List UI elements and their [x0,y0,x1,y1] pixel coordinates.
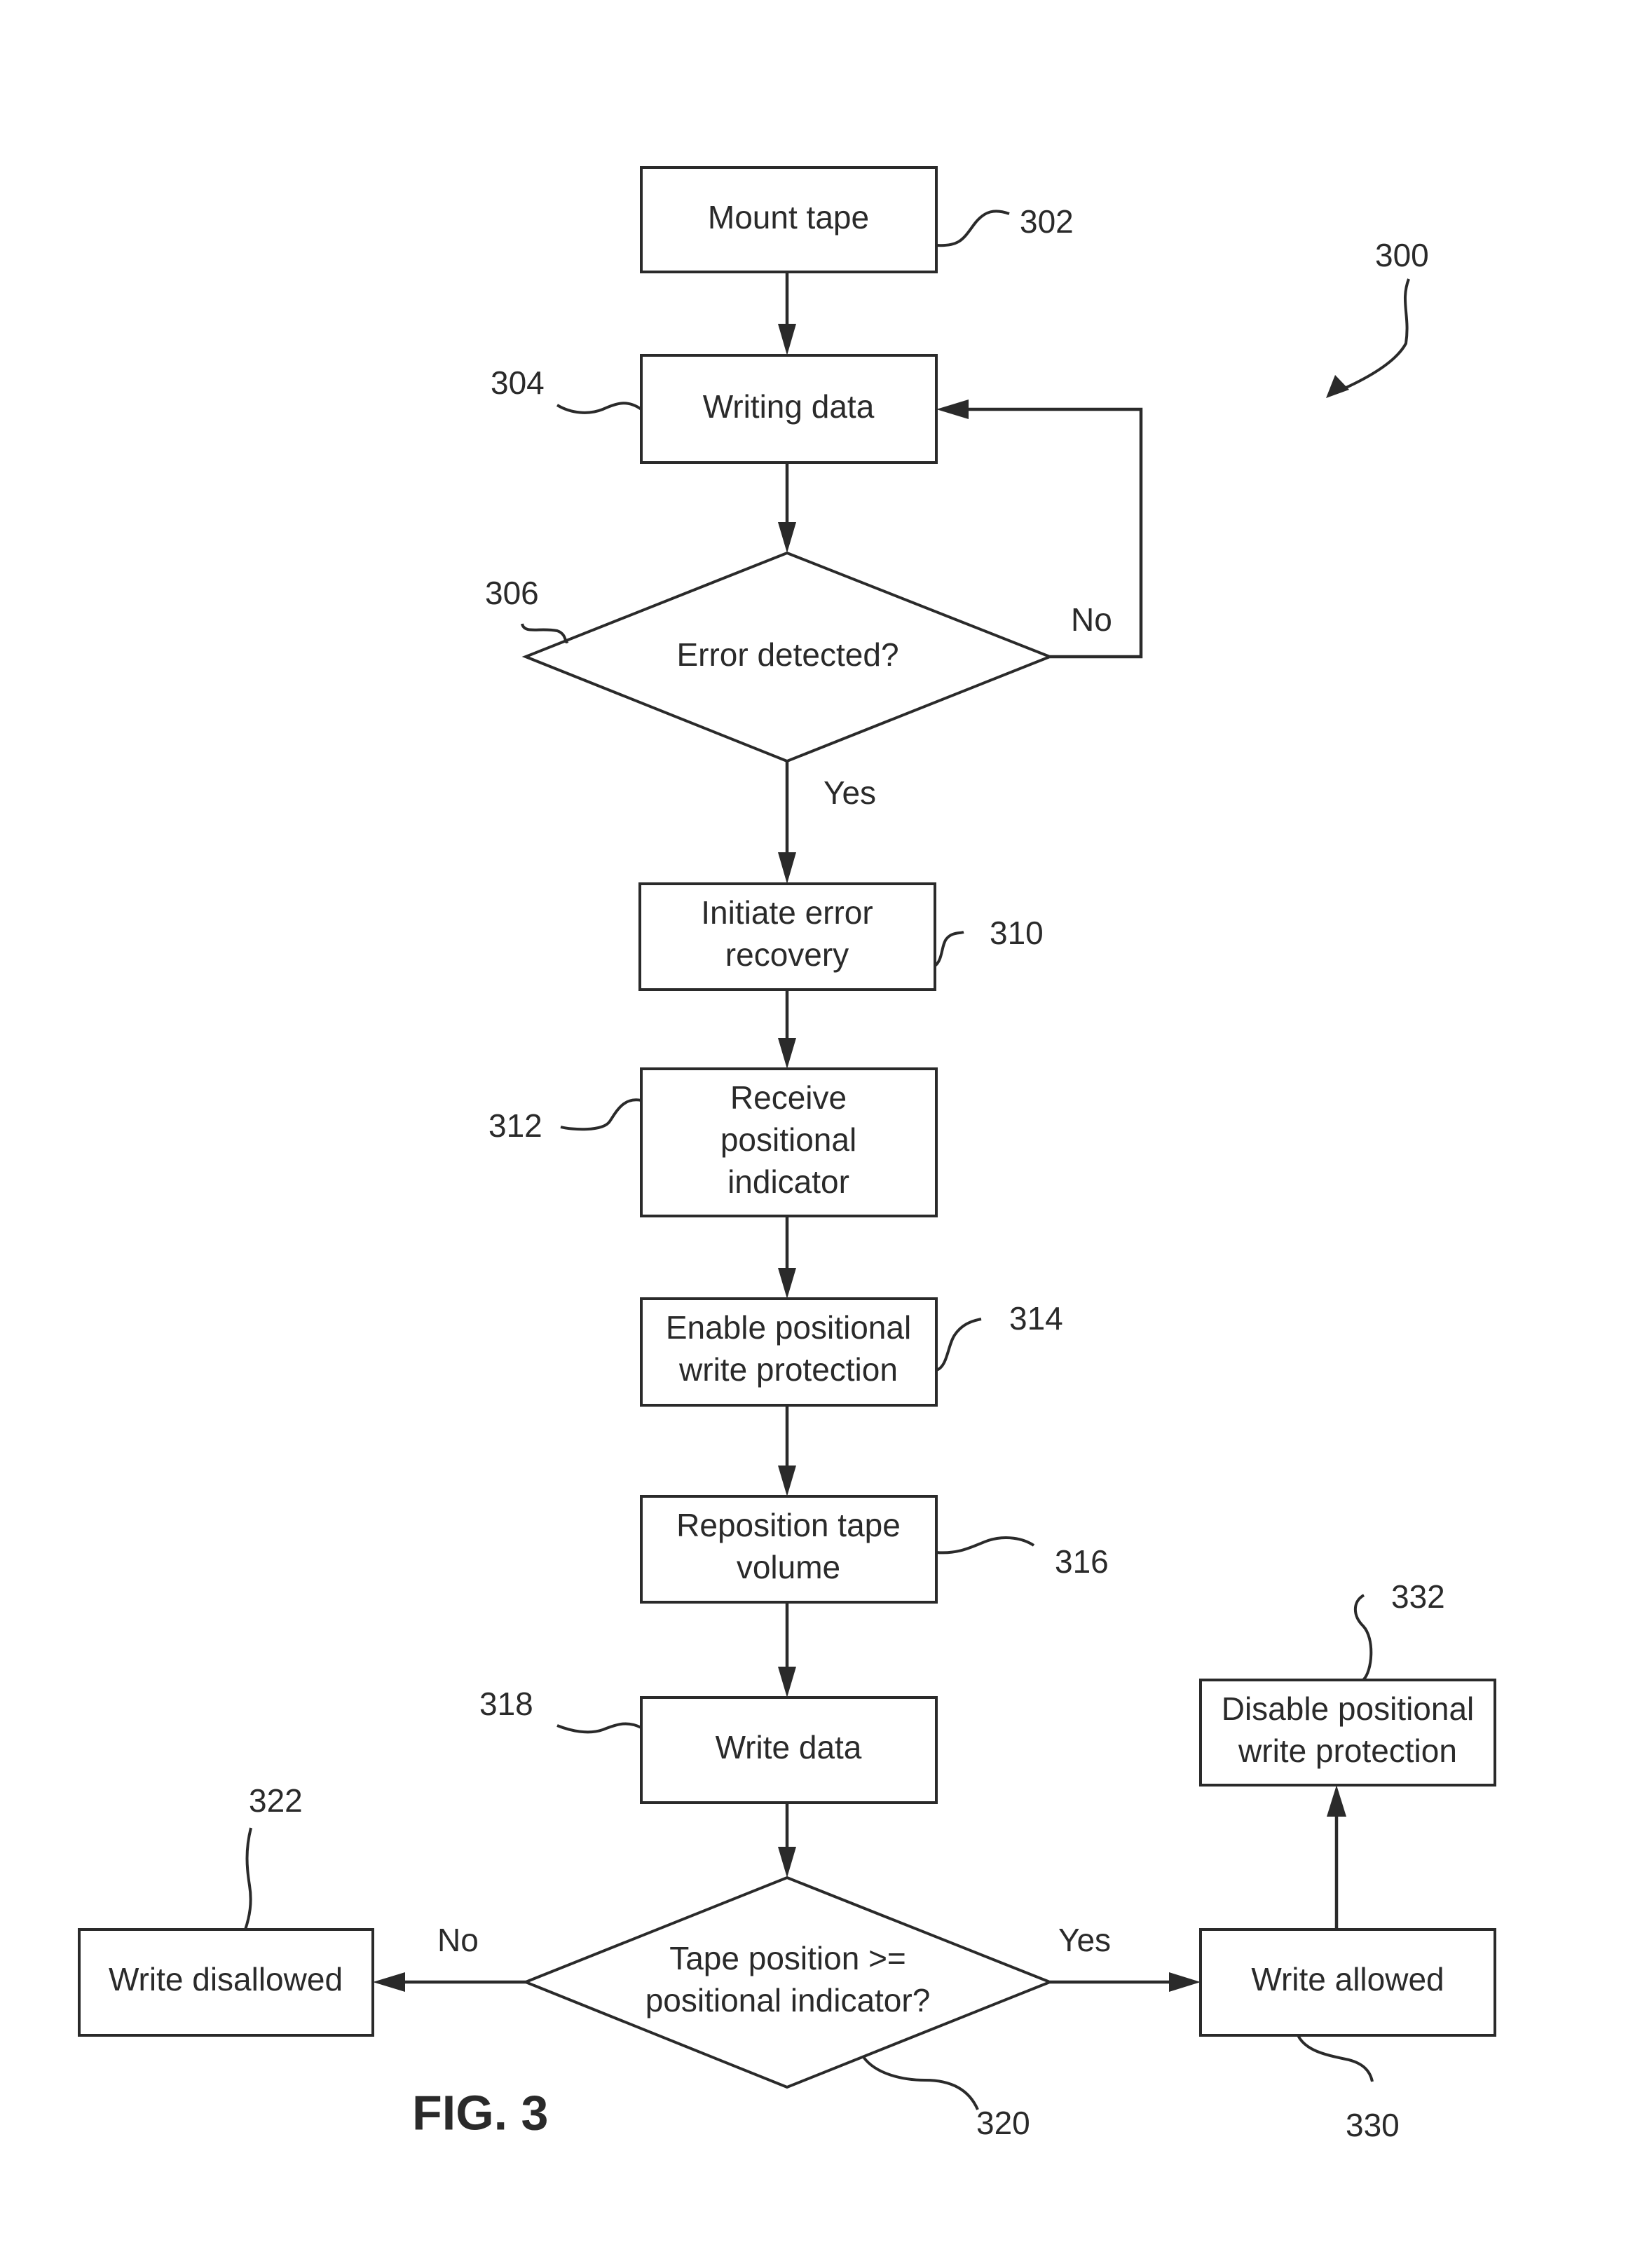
ref-number: 316 [1055,1543,1109,1580]
ref-leader [936,1318,982,1372]
node-initiate-recovery: Initiate error recovery 310 [638,882,1044,991]
edge-label-yes: Yes [824,774,876,811]
ref-number: 318 [479,1686,533,1722]
node-label-line-1: Tape position >= [669,1940,906,1976]
edge-label-yes: Yes [1058,1922,1111,1958]
figure-caption: FIG. 3 [412,2085,548,2140]
arrowhead-icon [1169,1972,1201,1992]
arrowhead-icon [778,1847,796,1878]
node-label-line-1: Receive [730,1079,847,1116]
figure-ref-300: 300 [1375,237,1429,273]
node-disable-protection: Disable positional write protection 332 [1199,1578,1496,1787]
edge-label-no: No [1071,601,1112,638]
node-label-line-2: volume [737,1549,840,1585]
ref-leader [862,2056,979,2110]
ref-number: 302 [1020,203,1074,240]
node-label: Writing data [703,388,875,425]
ref-leader [1353,1594,1373,1681]
node-label: Write disallowed [109,1961,343,1997]
node-label-line-1: Enable positional [666,1309,911,1346]
arrowhead-icon [778,522,796,553]
arrowhead-icon [778,324,796,355]
ref-number: 314 [1009,1300,1063,1337]
ref-leader [521,623,569,643]
node-write-data: Write data 318 [479,1686,938,1804]
node-tape-position-check: Tape position >= positional indicator? 3… [521,1876,1054,2141]
node-label: Write data [716,1729,862,1765]
ref-leader [936,210,1010,247]
arrowhead-icon [778,852,796,884]
node-reposition-tape: Reposition tape volume 316 [640,1495,1109,1604]
figure-ref-arrowhead-icon [1326,375,1349,398]
node-label-line-3: indicator [727,1163,849,1200]
ref-number: 330 [1346,2107,1400,2143]
node-writing-data: Writing data 304 [491,354,938,464]
edge-error-no-loop [960,407,1143,659]
ref-number: 332 [1391,1578,1445,1615]
ref-leader [560,1098,642,1131]
ref-number: 310 [990,915,1044,951]
ref-number: 322 [249,1782,303,1819]
arrowhead-icon [778,1667,796,1697]
edge-label-no: No [437,1922,479,1958]
ref-number: 304 [491,364,545,401]
flowchart: 300 Mount tape 302 Writing data 304 Erro… [78,166,1496,2143]
node-write-disallowed: Write disallowed 322 [78,1782,374,2037]
node-label: Mount tape [708,199,869,235]
ref-number: 320 [976,2105,1030,2141]
node-label-line-1: Reposition tape [676,1507,901,1543]
node-label: Error detected? [676,636,898,673]
arrowhead-icon [778,1038,796,1069]
node-mount-tape: Mount tape 302 [640,166,1074,273]
arrowhead-icon [1327,1785,1346,1817]
node-label-line-2: positional [720,1121,856,1158]
ref-number: 312 [488,1107,542,1144]
node-label-line-2: write protection [678,1351,898,1388]
node-enable-protection: Enable positional write protection 314 [640,1297,1063,1407]
arrowhead-icon [778,1268,796,1299]
node-label-line-2: positional indicator? [645,1982,931,2018]
ref-leader [556,1722,642,1734]
arrowhead-icon [778,1466,796,1496]
node-label-line-1: Disable positional [1222,1690,1475,1727]
node-write-allowed: Write allowed 330 [1199,1928,1496,2143]
node-error-detected: Error detected? 306 [485,551,1054,763]
arrowhead-icon [936,399,969,419]
ref-number: 306 [485,575,539,611]
node-receive-indicator: Receive positional indicator 312 [488,1067,938,1217]
ref-leader [936,1536,1035,1555]
ref-leader [556,402,643,414]
ref-leader [934,931,964,967]
node-label-line-2: recovery [725,936,849,973]
ref-leader [1297,2035,1374,2082]
ref-leader [244,1827,252,1930]
figure-ref-arrow [1334,278,1410,394]
node-label: Write allowed [1251,1961,1444,1997]
node-label-line-2: write protection [1238,1733,1457,1769]
arrowhead-icon [373,1972,405,1992]
node-label-line-1: Initiate error [701,894,873,931]
